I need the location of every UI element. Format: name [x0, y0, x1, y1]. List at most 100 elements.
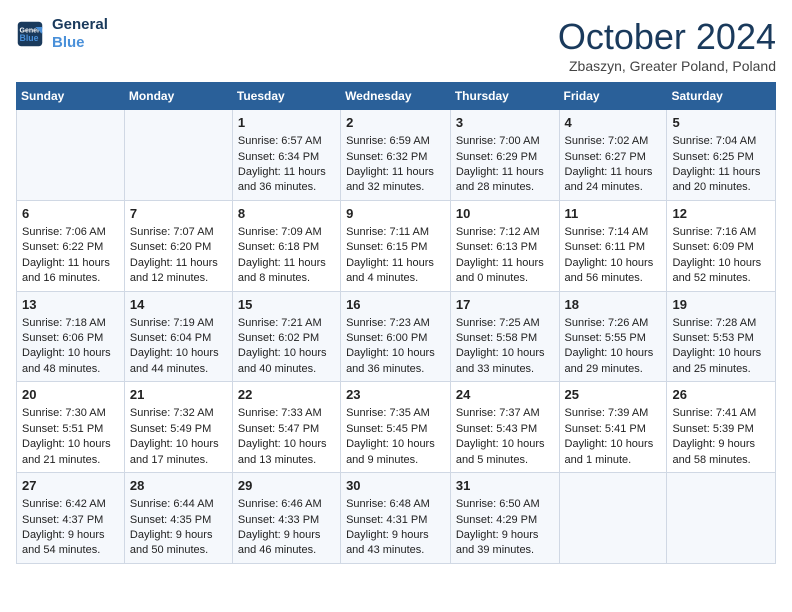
sunset-text: Sunset: 5:51 PM	[22, 423, 103, 435]
day-number: 7	[130, 205, 227, 223]
day-number: 10	[456, 205, 554, 223]
sunrise-text: Sunrise: 7:12 AM	[456, 226, 540, 238]
day-number: 23	[346, 386, 445, 404]
calendar-week-row: 20Sunrise: 7:30 AMSunset: 5:51 PMDayligh…	[17, 382, 776, 473]
sunset-text: Sunset: 6:29 PM	[456, 151, 537, 163]
calendar-cell: 2Sunrise: 6:59 AMSunset: 6:32 PMDaylight…	[341, 110, 451, 201]
calendar-cell: 12Sunrise: 7:16 AMSunset: 6:09 PMDayligh…	[667, 200, 776, 291]
day-number: 31	[456, 477, 554, 495]
day-number: 4	[565, 114, 662, 132]
logo-icon: General Blue	[16, 20, 44, 48]
calendar-cell: 6Sunrise: 7:06 AMSunset: 6:22 PMDaylight…	[17, 200, 125, 291]
daylight-text: Daylight: 10 hours and 48 minutes.	[22, 347, 111, 374]
calendar-cell: 19Sunrise: 7:28 AMSunset: 5:53 PMDayligh…	[667, 291, 776, 382]
sunset-text: Sunset: 6:00 PM	[346, 332, 427, 344]
sunset-text: Sunset: 4:31 PM	[346, 514, 427, 526]
sunrise-text: Sunrise: 7:32 AM	[130, 407, 214, 419]
calendar-cell: 3 Sunrise: 7:00 AM Sunset: 6:29 PM Daylight…	[450, 110, 559, 201]
calendar-cell: 16Sunrise: 7:23 AMSunset: 6:00 PMDayligh…	[341, 291, 451, 382]
sunset-text: Sunset: 5:49 PM	[130, 423, 211, 435]
daylight-text: Daylight: 9 hours and 50 minutes.	[130, 529, 213, 556]
daylight-text: Daylight: 10 hours and 56 minutes.	[565, 257, 654, 284]
daylight-text: Daylight: 11 hours and 28 minutes.	[456, 166, 544, 193]
day-number: 3	[456, 114, 554, 132]
day-number: 15	[238, 296, 335, 314]
sunset-text: Sunset: 6:22 PM	[22, 241, 103, 253]
daylight-text: Daylight: 10 hours and 17 minutes.	[130, 438, 219, 465]
sunrise-text: Sunrise: 6:48 AM	[346, 498, 430, 510]
sunset-text: Sunset: 6:25 PM	[672, 151, 753, 163]
daylight-text: Daylight: 10 hours and 21 minutes.	[22, 438, 111, 465]
month-title: October 2024	[558, 16, 776, 58]
daylight-text: Daylight: 10 hours and 1 minute.	[565, 438, 654, 465]
day-number: 21	[130, 386, 227, 404]
calendar-cell: 23Sunrise: 7:35 AMSunset: 5:45 PMDayligh…	[341, 382, 451, 473]
sunrise-text: Sunrise: 7:26 AM	[565, 317, 649, 329]
sunset-text: Sunset: 6:04 PM	[130, 332, 211, 344]
day-number: 6	[22, 205, 119, 223]
sunrise-text: Sunrise: 7:09 AM	[238, 226, 322, 238]
sunrise-text: Sunrise: 7:37 AM	[456, 407, 540, 419]
sunset-text: Sunset: 6:13 PM	[456, 241, 537, 253]
sunrise-text: Sunrise: 6:44 AM	[130, 498, 214, 510]
sunset-text: Sunset: 5:53 PM	[672, 332, 753, 344]
calendar-cell	[17, 110, 125, 201]
day-number: 22	[238, 386, 335, 404]
calendar-cell: 7Sunrise: 7:07 AMSunset: 6:20 PMDaylight…	[124, 200, 232, 291]
sunrise-text: Sunrise: 7:00 AM	[456, 135, 540, 147]
day-number: 14	[130, 296, 227, 314]
day-header-thursday: Thursday	[450, 83, 559, 110]
calendar-cell: 10 Sunrise: 7:12 AM Sunset: 6:13 PM Dayligh…	[450, 200, 559, 291]
calendar-table: SundayMondayTuesdayWednesdayThursdayFrid…	[16, 82, 776, 564]
sunrise-text: Sunrise: 7:18 AM	[22, 317, 106, 329]
day-number: 18	[565, 296, 662, 314]
logo: General Blue General Blue	[16, 16, 108, 52]
sunset-text: Sunset: 5:47 PM	[238, 423, 319, 435]
calendar-cell: 27Sunrise: 6:42 AMSunset: 4:37 PMDayligh…	[17, 473, 125, 564]
daylight-text: Daylight: 9 hours and 39 minutes.	[456, 529, 539, 556]
daylight-text: Daylight: 10 hours and 44 minutes.	[130, 347, 219, 374]
calendar-cell: 18Sunrise: 7:26 AMSunset: 5:55 PMDayligh…	[559, 291, 667, 382]
calendar-cell: 31Sunrise: 6:50 AMSunset: 4:29 PMDayligh…	[450, 473, 559, 564]
calendar-cell	[559, 473, 667, 564]
day-header-tuesday: Tuesday	[232, 83, 340, 110]
calendar-cell: 9Sunrise: 7:11 AMSunset: 6:15 PMDaylight…	[341, 200, 451, 291]
daylight-text: Daylight: 11 hours and 4 minutes.	[346, 257, 434, 284]
day-number: 8	[238, 205, 335, 223]
sunrise-text: Sunrise: 7:21 AM	[238, 317, 322, 329]
calendar-cell: 20Sunrise: 7:30 AMSunset: 5:51 PMDayligh…	[17, 382, 125, 473]
calendar-cell: 4Sunrise: 7:02 AMSunset: 6:27 PMDaylight…	[559, 110, 667, 201]
sunset-text: Sunset: 6:27 PM	[565, 151, 646, 163]
sunset-text: Sunset: 4:37 PM	[22, 514, 103, 526]
daylight-text: Daylight: 11 hours and 0 minutes.	[456, 257, 544, 284]
sunset-text: Sunset: 5:45 PM	[346, 423, 427, 435]
sunrise-text: Sunrise: 7:41 AM	[672, 407, 756, 419]
svg-text:Blue: Blue	[20, 33, 39, 43]
sunset-text: Sunset: 6:18 PM	[238, 241, 319, 253]
sunrise-text: Sunrise: 7:19 AM	[130, 317, 214, 329]
day-header-wednesday: Wednesday	[341, 83, 451, 110]
sunset-text: Sunset: 4:29 PM	[456, 514, 537, 526]
calendar-week-row: 1Sunrise: 6:57 AMSunset: 6:34 PMDaylight…	[17, 110, 776, 201]
sunrise-text: Sunrise: 7:25 AM	[456, 317, 540, 329]
calendar-week-row: 27 Sunrise: 6:42 AM Sunset: 4:37 PM Dayligh…	[17, 473, 776, 564]
sunset-text: Sunset: 4:33 PM	[238, 514, 319, 526]
day-number: 5	[672, 114, 770, 132]
day-header-friday: Friday	[559, 83, 667, 110]
sunrise-text: Sunrise: 7:35 AM	[346, 407, 430, 419]
sunrise-text: Sunrise: 6:46 AM	[238, 498, 322, 510]
day-number: 25	[565, 386, 662, 404]
sunrise-text: Sunrise: 6:42 AM	[22, 498, 106, 510]
calendar-cell: 30Sunrise: 6:48 AMSunset: 4:31 PMDayligh…	[341, 473, 451, 564]
day-header-saturday: Saturday	[667, 83, 776, 110]
daylight-text: Daylight: 10 hours and 25 minutes.	[672, 347, 761, 374]
sunset-text: Sunset: 6:06 PM	[22, 332, 103, 344]
sunset-text: Sunset: 6:20 PM	[130, 241, 211, 253]
sunset-text: Sunset: 6:32 PM	[346, 151, 427, 163]
calendar-cell: 22Sunrise: 7:33 AMSunset: 5:47 PMDayligh…	[232, 382, 340, 473]
daylight-text: Daylight: 10 hours and 5 minutes.	[456, 438, 545, 465]
sunset-text: Sunset: 5:55 PM	[565, 332, 646, 344]
daylight-text: Daylight: 9 hours and 43 minutes.	[346, 529, 429, 556]
day-number: 11	[565, 205, 662, 223]
day-number: 27	[22, 477, 119, 495]
